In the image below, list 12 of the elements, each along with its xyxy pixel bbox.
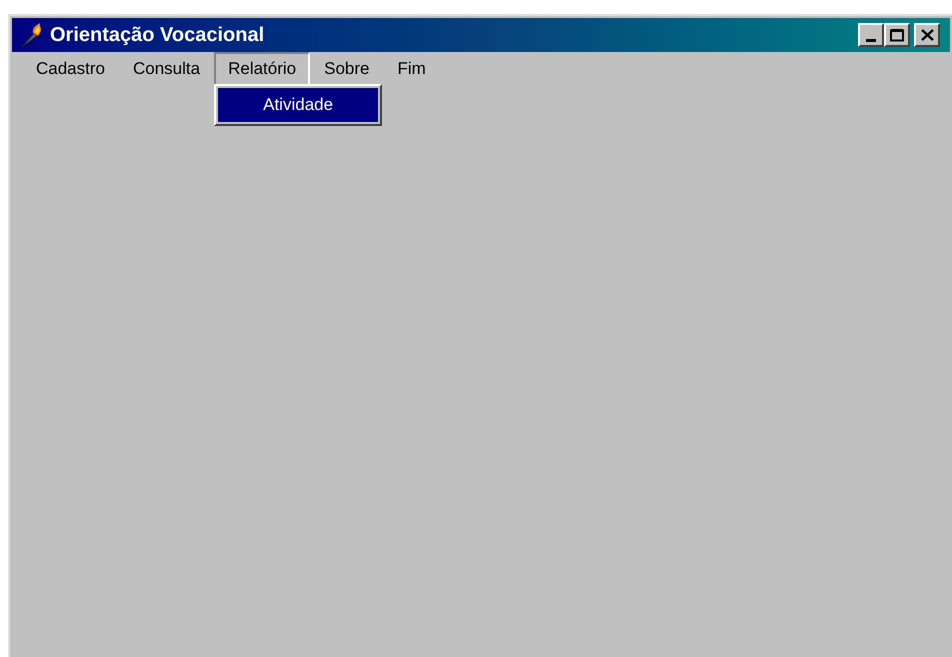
close-icon — [920, 29, 934, 41]
maximize-button[interactable] — [884, 23, 910, 47]
minimize-icon — [866, 39, 876, 42]
menu-item[interactable]: Fim — [384, 52, 440, 86]
menu-item[interactable]: Sobre — [310, 52, 384, 86]
close-button[interactable] — [914, 23, 940, 47]
menu-item[interactable]: Cadastro — [22, 52, 119, 86]
menu-option[interactable]: Atividade — [218, 88, 378, 122]
minimize-button[interactable] — [858, 23, 884, 47]
maximize-icon — [890, 28, 904, 42]
window-title: Orientação Vocacional — [50, 23, 264, 48]
menu-item[interactable]: Consulta — [118, 52, 214, 86]
